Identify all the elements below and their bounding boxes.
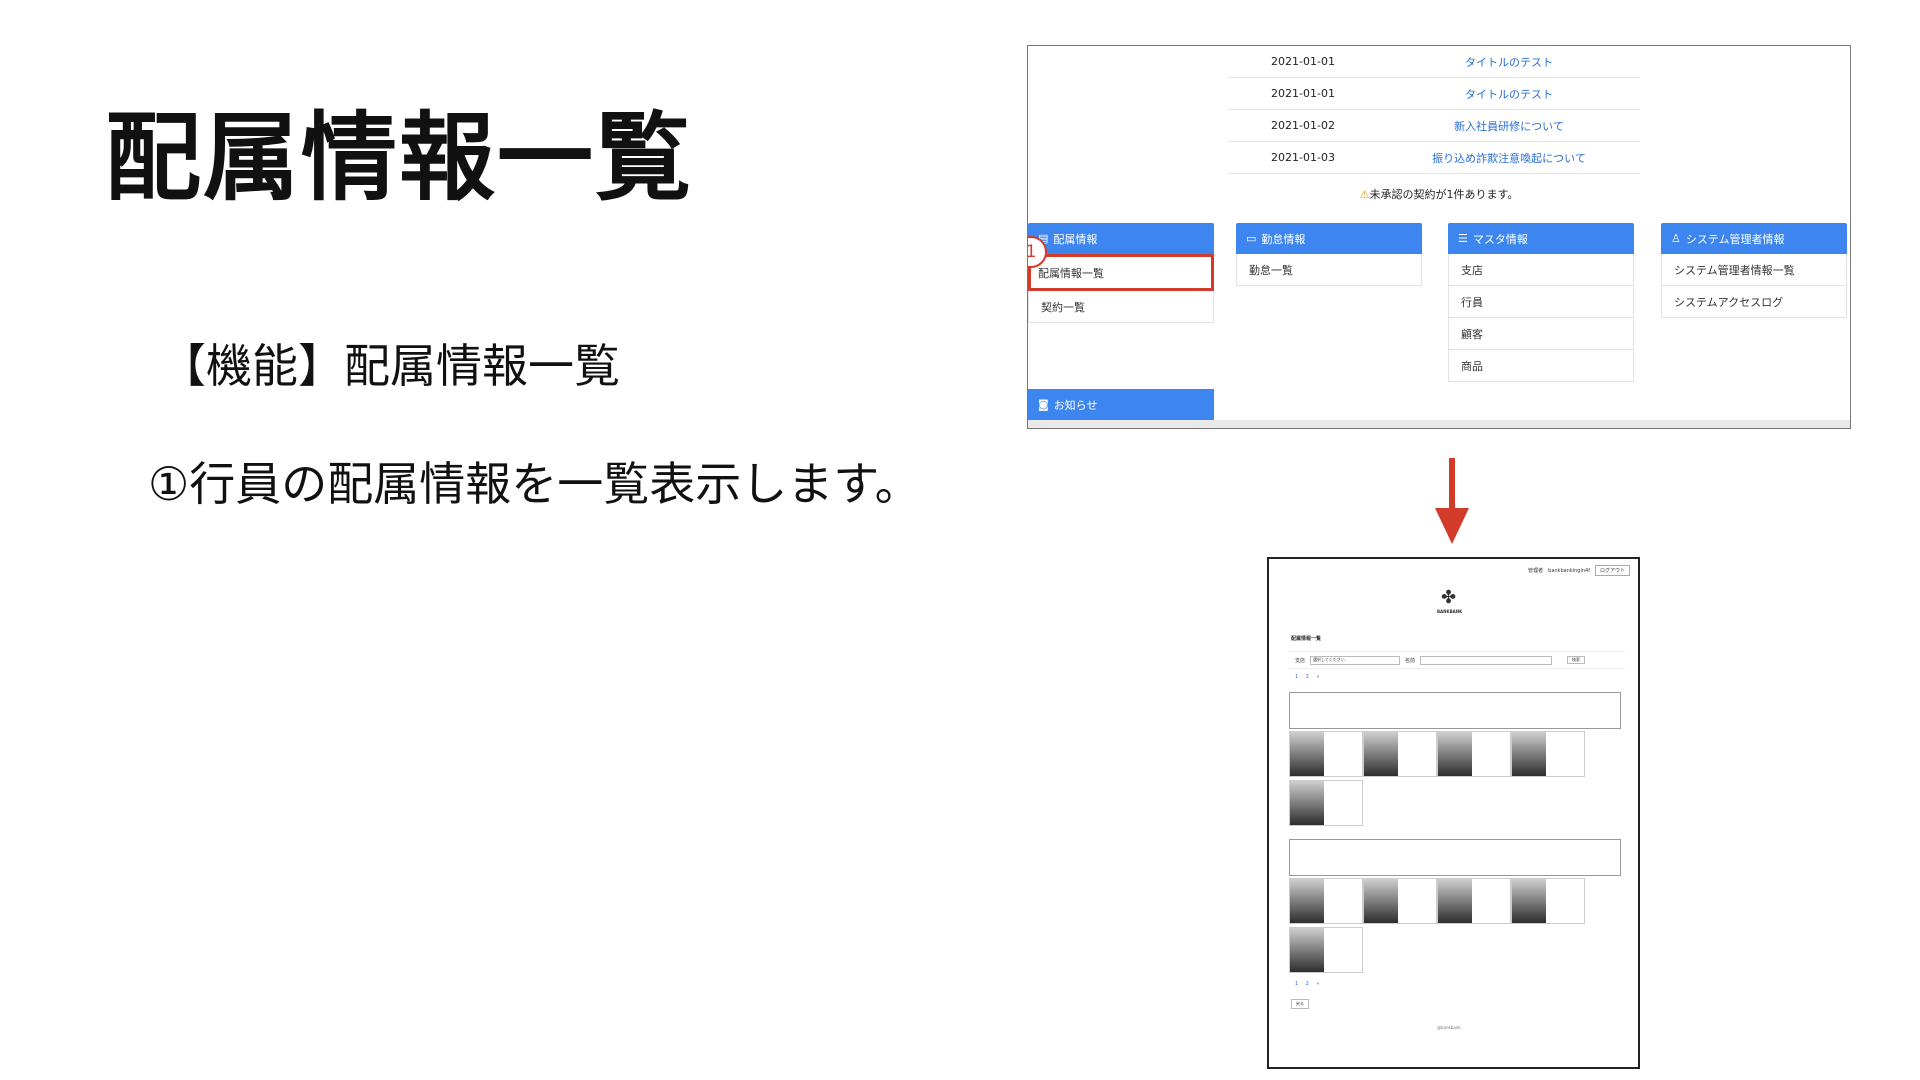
- user-header: 管理者 bankbankingin4f ログアウト: [1528, 565, 1630, 576]
- employee-photo: [1290, 879, 1324, 923]
- logout-button[interactable]: ログアウト: [1594, 565, 1630, 576]
- id-card-icon: ▭: [1246, 232, 1257, 245]
- pagination[interactable]: 1 2 »: [1295, 674, 1323, 680]
- dashboard-screenshot: 2021-01-01 タイトルのテスト 2021-01-01 タイトルのテスト …: [1027, 45, 1851, 429]
- page-title: 配属情報一覧: [1291, 636, 1322, 642]
- search-button[interactable]: 検索: [1567, 656, 1586, 664]
- filter-bar: 支店 選択してください 名前 検索: [1289, 651, 1625, 669]
- rss-icon: ◙: [1038, 398, 1049, 411]
- slide-title: 配属情報一覧: [105, 102, 693, 214]
- notice-date: 2021-01-02: [1271, 119, 1335, 132]
- employee-photo: [1364, 879, 1398, 923]
- feature-description: ①行員の配属情報を一覧表示します。: [148, 457, 921, 511]
- menu-item-branch[interactable]: 支店: [1448, 254, 1634, 286]
- employee-photo: [1512, 732, 1546, 776]
- menu-item-customer[interactable]: 顧客: [1448, 318, 1634, 350]
- employee-card[interactable]: [1437, 878, 1511, 924]
- branch-box: [1289, 692, 1621, 729]
- notice-row[interactable]: 2021-01-02 新入社員研修について: [1228, 110, 1640, 142]
- notice-row[interactable]: 2021-01-01 タイトルのテスト: [1228, 46, 1640, 78]
- employee-photo: [1290, 732, 1324, 776]
- employee-card[interactable]: [1363, 731, 1437, 777]
- branch-box: [1289, 839, 1621, 876]
- notice-date: 2021-01-03: [1271, 151, 1335, 164]
- branch-select[interactable]: 選択してください: [1310, 655, 1401, 665]
- employee-card[interactable]: [1363, 878, 1437, 924]
- card-header: ◙ お知らせ: [1028, 389, 1214, 420]
- logo-text: BANKBANK: [1437, 609, 1463, 614]
- notice-row[interactable]: 2021-01-01 タイトルのテスト: [1228, 78, 1640, 110]
- menu-item-sysadmin-list[interactable]: システム管理者情報一覧: [1661, 254, 1847, 286]
- card-header: ▭ 勤怠情報: [1236, 223, 1422, 254]
- alert-text: 未承認の契約が1件あります。: [1369, 188, 1519, 201]
- notice-date: 2021-01-01: [1271, 87, 1335, 100]
- notice-title-link[interactable]: 振り込め詐欺注意喚起について: [1378, 150, 1640, 166]
- card-header-label: システム管理者情報: [1685, 232, 1785, 246]
- card-header-label: お知らせ: [1053, 398, 1098, 412]
- card-master: ☰ マスタ情報 支店 行員 顧客 商品: [1448, 223, 1634, 382]
- pagination[interactable]: 1 2 »: [1295, 981, 1323, 987]
- name-filter-label: 名前: [1405, 657, 1416, 664]
- footer-text: @bankbank: [1437, 1025, 1461, 1030]
- employee-card[interactable]: [1289, 780, 1363, 826]
- user-icon: ♙: [1671, 232, 1681, 245]
- divider: [1028, 420, 1850, 428]
- employee-photo: [1364, 732, 1398, 776]
- notice-title-link[interactable]: 新入社員研修について: [1378, 118, 1640, 134]
- database-icon: ☰: [1458, 232, 1468, 245]
- notice-title-link[interactable]: タイトルのテスト: [1378, 54, 1640, 70]
- branch-filter-label: 支店: [1295, 657, 1306, 664]
- menu-item-staff[interactable]: 行員: [1448, 286, 1634, 318]
- employee-card[interactable]: [1289, 878, 1363, 924]
- down-arrow-shaft: [1449, 458, 1455, 510]
- menu-item-assignment-list[interactable]: 配属情報一覧: [1028, 254, 1214, 291]
- card-attendance: ▭ 勤怠情報 勤怠一覧: [1236, 223, 1422, 286]
- card-header: ♙ システム管理者情報: [1661, 223, 1847, 254]
- warning-icon: ⚠: [1359, 188, 1370, 201]
- employee-photo: [1438, 732, 1472, 776]
- card-header-label: 配属情報: [1053, 232, 1098, 246]
- card-news: ◙ お知らせ: [1028, 389, 1214, 420]
- employee-photo: [1290, 781, 1324, 825]
- back-button[interactable]: 戻る: [1291, 999, 1309, 1009]
- notice-row[interactable]: 2021-01-03 振り込め詐欺注意喚起について: [1228, 142, 1640, 174]
- menu-item-contract-list[interactable]: 契約一覧: [1028, 291, 1214, 323]
- menu-item-product[interactable]: 商品: [1448, 350, 1634, 382]
- menu-item-access-log[interactable]: システムアクセスログ: [1661, 286, 1847, 318]
- card-assignment: ▤ 配属情報 配属情報一覧 契約一覧: [1028, 223, 1214, 323]
- employee-photo: [1512, 879, 1546, 923]
- employee-photo: [1438, 879, 1472, 923]
- card-header-label: マスタ情報: [1472, 232, 1528, 246]
- card-header: ☰ マスタ情報: [1448, 223, 1634, 254]
- menu-item-attendance-list[interactable]: 勤怠一覧: [1236, 254, 1422, 286]
- employee-photo: [1290, 928, 1324, 972]
- header-user: 管理者: [1528, 568, 1544, 574]
- card-header-label: 勤怠情報: [1261, 232, 1306, 246]
- employee-card[interactable]: [1511, 878, 1585, 924]
- name-input[interactable]: [1420, 655, 1553, 665]
- notice-date: 2021-01-01: [1271, 55, 1335, 68]
- employee-card[interactable]: [1511, 731, 1585, 777]
- contract-alert: ⚠未承認の契約が1件あります。: [1028, 186, 1850, 202]
- feature-label: 【機能】配属情報一覧: [160, 339, 620, 393]
- notice-title-link[interactable]: タイトルのテスト: [1378, 86, 1640, 102]
- down-arrow-icon: [1435, 508, 1469, 544]
- card-header: ▤ 配属情報: [1028, 223, 1214, 254]
- header-email: bankbankingin4f: [1548, 567, 1590, 574]
- logo-icon: ✤: [1441, 587, 1457, 608]
- employee-card[interactable]: [1437, 731, 1511, 777]
- card-sysadmin: ♙ システム管理者情報 システム管理者情報一覧 システムアクセスログ: [1661, 223, 1847, 318]
- employee-card[interactable]: [1289, 731, 1363, 777]
- assignment-list-screenshot: 管理者 bankbankingin4f ログアウト ✤ BANKBANK 配属情…: [1267, 557, 1640, 1069]
- employee-card[interactable]: [1289, 927, 1363, 973]
